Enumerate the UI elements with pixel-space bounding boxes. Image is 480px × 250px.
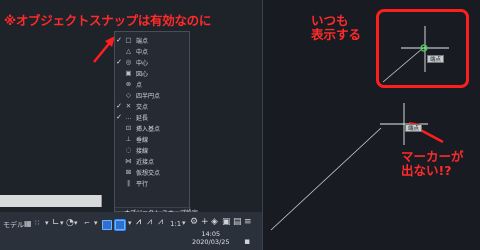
perpendicular-icon: ⊥ — [125, 135, 132, 144]
menu-item-quadrant[interactable]: ◇ 四半円点 — [115, 90, 191, 100]
snap-tooltip-bottom: 端点 — [405, 124, 423, 132]
center-icon: ◎ — [125, 58, 132, 67]
hardware-acceleration-icon[interactable]: ▤ — [233, 217, 242, 227]
apparent-int-icon: ⊠ — [125, 168, 132, 177]
menu-item-label: 中心 — [136, 59, 149, 67]
menu-item-label: 垂線 — [136, 136, 149, 144]
add-icon[interactable]: + — [201, 217, 209, 227]
menu-item-label: 接線 — [136, 147, 149, 155]
warning-annotation: ※オブジェクトスナップは有効なのに — [4, 13, 212, 28]
menu-item-parallel[interactable]: ∥ 平行 — [115, 178, 191, 188]
clock-time: 14:05 — [201, 230, 221, 238]
check-icon: ✓ — [116, 58, 122, 67]
menu-item-nearest[interactable]: ⋈ 近接点 — [115, 156, 191, 166]
osnap-dropdown-menu: ✓ □ 端点 △ 中点 ✓ ◎ 中心 ▣ 図心 ⊗ 点 ◇ 四半円点 ✓ ✕ 交… — [114, 31, 204, 217]
insertion-icon: ⊡ — [125, 124, 132, 133]
menu-item-insertion[interactable]: ⊡ 挿入基点 — [115, 123, 191, 133]
menu-item-label: 図心 — [136, 70, 149, 78]
quadrant-icon: ◇ — [126, 91, 131, 100]
check-icon: ✓ — [116, 36, 122, 45]
menu-item-label: 交点 — [136, 103, 149, 111]
osnap-toggle-icon[interactable] — [114, 219, 126, 231]
polar-tracking-icon[interactable]: ◔ — [66, 218, 74, 228]
menu-item-center[interactable]: ✓ ◎ 中心 — [115, 57, 191, 67]
dropdown-arrow-icon[interactable]: ▾ — [128, 219, 132, 227]
customize-icon[interactable]: ≡ — [244, 217, 252, 227]
object-tracking-icon[interactable] — [102, 220, 112, 230]
menu-item-midpoint[interactable]: △ 中点 — [115, 46, 191, 56]
system-clock: 14:05 2020/03/25 — [192, 230, 229, 246]
annotation-line: マーカーが — [401, 149, 464, 164]
menu-item-tangent[interactable]: ◌ 接線 — [115, 145, 191, 155]
menu-item-node[interactable]: ⊗ 点 — [115, 79, 191, 89]
check-icon: ✓ — [116, 113, 122, 122]
menu-item-label: 仮想交点 — [136, 169, 161, 177]
nearest-icon: ⋈ — [125, 157, 132, 166]
menu-item-extension[interactable]: ✓ … 延長 — [115, 112, 191, 122]
annotation-visibility-icon[interactable]: ⩘ — [136, 217, 141, 227]
menu-item-label: 延長 — [136, 114, 149, 122]
notification-icon[interactable]: ▪ — [244, 237, 250, 247]
dropdown-arrow-icon[interactable]: ▾ — [182, 219, 186, 227]
dropdown-arrow-icon[interactable]: ▾ — [74, 219, 78, 227]
dropdown-arrow-icon[interactable]: ▾ — [94, 219, 98, 227]
intersection-icon: ✕ — [125, 102, 132, 111]
menu-item-intersection[interactable]: ✓ ✕ 交点 — [115, 101, 191, 111]
parallel-icon: ∥ — [126, 179, 131, 188]
annotation-no-marker: マーカーが 出ない!? — [401, 150, 464, 178]
dropdown-arrow-icon[interactable]: ▾ — [60, 219, 64, 227]
right-viewport[interactable]: いつも 表示する 端点 端点 マーカーが 出ない!? — [262, 0, 480, 250]
snap-mode-icon[interactable]: ∷ — [35, 219, 39, 227]
ortho-icon[interactable]: ∟ — [52, 218, 60, 228]
menu-item-label: 挿入基点 — [136, 125, 161, 133]
menu-item-apparent-intersection[interactable]: ⊠ 仮想交点 — [115, 167, 191, 177]
menu-item-label: 平行 — [136, 180, 149, 188]
tangent-icon: ◌ — [125, 146, 132, 155]
annotation-line: 出ない!? — [401, 163, 452, 178]
workspace-gear-icon[interactable]: ⚙ — [190, 217, 198, 227]
geom-center-icon: ▣ — [125, 69, 132, 78]
endpoint-icon: □ — [125, 36, 132, 45]
grid-icon[interactable]: ▦ — [24, 219, 32, 228]
check-icon: ✓ — [116, 102, 122, 111]
midpoint-icon: △ — [126, 47, 131, 56]
extension-icon: … — [125, 113, 132, 122]
annotation-scale-icon[interactable]: ⩘ — [158, 217, 163, 227]
isodraft-icon[interactable]: ⌐ — [84, 219, 90, 227]
dropdown-arrow-icon[interactable]: ▾ — [45, 219, 49, 227]
autoscale-icon[interactable]: ⩘ — [147, 217, 152, 227]
fullscreen-icon[interactable]: ▣ — [222, 217, 231, 227]
menu-item-geometric-center[interactable]: ▣ 図心 — [115, 68, 191, 78]
model-tab[interactable]: モデル — [3, 220, 24, 230]
annotation-scale-value[interactable]: 1:1 — [170, 220, 181, 228]
drawing-canvas — [270, 26, 449, 231]
menu-item-label: 四半円点 — [136, 92, 161, 100]
menu-item-endpoint[interactable]: ✓ □ 端点 — [115, 35, 191, 45]
menu-item-label: 点 — [136, 81, 143, 89]
node-icon: ⊗ — [125, 80, 132, 89]
clock-date: 2020/03/25 — [192, 238, 230, 246]
command-line[interactable] — [0, 195, 102, 207]
menu-item-label: 中点 — [136, 48, 149, 56]
isolate-icon[interactable]: ◈ — [211, 217, 218, 227]
menu-item-label: 端点 — [136, 37, 149, 45]
menu-item-label: 近接点 — [136, 158, 155, 166]
menu-item-perpendicular[interactable]: ⊥ 垂線 — [115, 134, 191, 144]
snap-tooltip-top: 端点 — [427, 55, 445, 63]
